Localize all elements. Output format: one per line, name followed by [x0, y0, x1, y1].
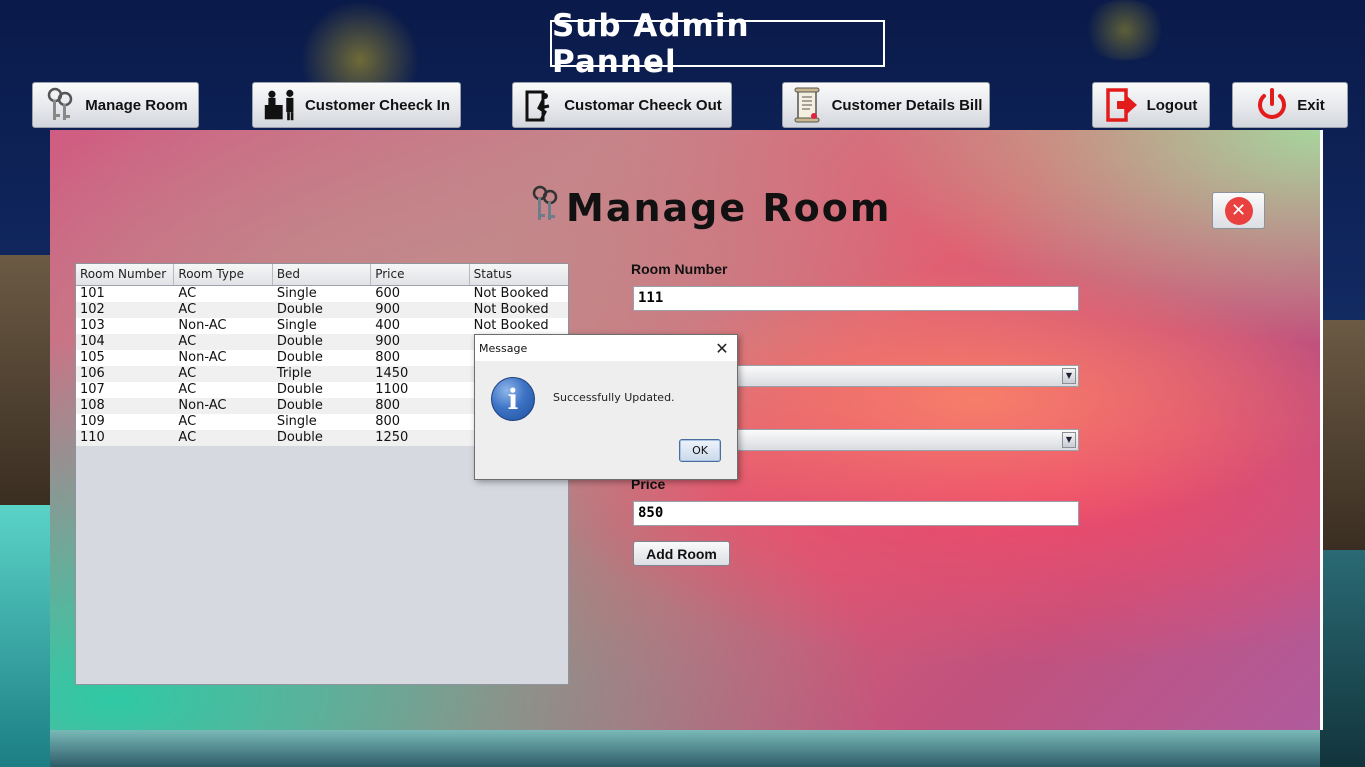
room-number-field[interactable]: 111 [633, 286, 1079, 311]
close-panel-button[interactable]: ✕ [1212, 192, 1265, 229]
table-cell: 800 [375, 350, 401, 365]
customer-check-out-button[interactable]: Customar Cheeck Out [512, 82, 732, 128]
table-cell: Non-AC [178, 350, 227, 365]
column-header[interactable]: Price [371, 264, 470, 285]
table-cell: 900 [375, 334, 401, 349]
logout-icon [1105, 86, 1139, 124]
table-cell: 800 [375, 414, 401, 429]
table-cell: Single [276, 414, 317, 429]
table-cell: 105 [80, 350, 105, 365]
table-cell: Triple [276, 366, 312, 381]
table-cell: AC [178, 334, 197, 349]
room-number-label: Room Number [631, 261, 728, 277]
chevron-down-icon[interactable]: ▼ [1062, 432, 1076, 448]
customer-check-out-label: Customar Cheeck Out [564, 96, 722, 114]
manage-room-button[interactable]: Manage Room [32, 82, 199, 128]
table-cell: Non-AC [178, 318, 227, 333]
table-cell: Not Booked [473, 302, 549, 317]
table-cell: 400 [375, 318, 401, 333]
table-cell: Double [276, 334, 323, 349]
table-header: Room Number Room Type Bed Price Status [76, 264, 568, 286]
background-building-left [0, 255, 50, 505]
table-cell: Double [276, 350, 323, 365]
background-building-right [1320, 320, 1365, 550]
column-header[interactable]: Bed [273, 264, 372, 285]
price-field[interactable]: 850 [633, 501, 1079, 526]
table-cell: Single [276, 318, 317, 333]
table-cell: 1100 [375, 382, 409, 397]
table-cell: Single [276, 286, 317, 301]
table-cell: Not Booked [473, 286, 549, 301]
dialog-titlebar: Message ✕ [475, 335, 737, 361]
chevron-down-icon[interactable]: ▼ [1062, 368, 1076, 384]
table-cell: 103 [80, 318, 105, 333]
table-cell: 107 [80, 382, 105, 397]
table-cell: Double [276, 430, 323, 445]
table-cell: AC [178, 286, 197, 301]
table-cell: AC [178, 414, 197, 429]
background-ground [50, 730, 1320, 767]
customer-details-bill-button[interactable]: Customer Details Bill [782, 82, 990, 128]
table-cell: 101 [80, 286, 105, 301]
power-icon [1255, 86, 1289, 124]
table-cell: 104 [80, 334, 105, 349]
exit-label: Exit [1297, 96, 1325, 114]
dialog-message: Successfully Updated. [553, 391, 675, 404]
table-row[interactable]: 103 Non-AC Single 400 Not Booked [76, 318, 568, 334]
keys-icon [43, 86, 77, 124]
logout-button[interactable]: Logout [1092, 82, 1210, 128]
manage-room-label: Manage Room [85, 96, 188, 114]
manage-room-heading: Manage Room [530, 183, 891, 233]
table-cell: AC [178, 366, 197, 381]
table-cell: Double [276, 398, 323, 413]
reception-desk-icon [263, 86, 297, 124]
message-dialog: Message ✕ i Successfully Updated. OK [474, 334, 738, 480]
table-cell: 900 [375, 302, 401, 317]
table-cell: Not Booked [473, 318, 549, 333]
close-icon[interactable]: ✕ [713, 339, 731, 358]
exit-button[interactable]: Exit [1232, 82, 1348, 128]
table-cell: 800 [375, 398, 401, 413]
table-cell: AC [178, 430, 197, 445]
table-cell: Double [276, 382, 323, 397]
close-icon: ✕ [1224, 196, 1253, 225]
table-cell: AC [178, 382, 197, 397]
manage-room-title: Manage Room [566, 186, 892, 230]
customer-check-in-label: Customer Cheeck In [304, 96, 451, 114]
ok-button[interactable]: OK [679, 439, 721, 462]
table-cell: 102 [80, 302, 105, 317]
table-cell: 110 [80, 430, 105, 445]
column-header[interactable]: Room Number [76, 264, 175, 285]
customer-details-bill-label: Customer Details Bill [831, 96, 983, 114]
table-cell: 108 [80, 398, 105, 413]
customer-check-in-button[interactable]: Customer Cheeck In [252, 82, 461, 128]
table-cell: 1450 [375, 366, 409, 381]
add-room-button[interactable]: Add Room [633, 541, 730, 566]
background-pool [1320, 550, 1365, 767]
table-row[interactable]: 102 AC Double 900 Not Booked [76, 302, 568, 318]
background-pool [0, 505, 50, 767]
table-cell: 106 [80, 366, 105, 381]
bill-scroll-icon [790, 86, 824, 124]
column-header[interactable]: Status [470, 264, 568, 285]
dialog-title: Message [479, 341, 528, 355]
table-cell: 1250 [375, 430, 409, 445]
logout-label: Logout [1146, 96, 1198, 114]
info-icon: i [491, 377, 535, 421]
table-cell: Non-AC [178, 398, 227, 413]
column-header[interactable]: Room Type [174, 264, 273, 285]
table-cell: 109 [80, 414, 105, 429]
table-cell: AC [178, 302, 197, 317]
background-palm [1080, 0, 1170, 60]
keys-icon [530, 184, 560, 233]
table-row[interactable]: 101 AC Single 600 Not Booked [76, 286, 568, 302]
page-title: Sub Admin Pannel [550, 8, 885, 80]
table-cell: Double [276, 302, 323, 317]
table-cell: 600 [375, 286, 401, 301]
exit-door-icon [522, 86, 556, 124]
